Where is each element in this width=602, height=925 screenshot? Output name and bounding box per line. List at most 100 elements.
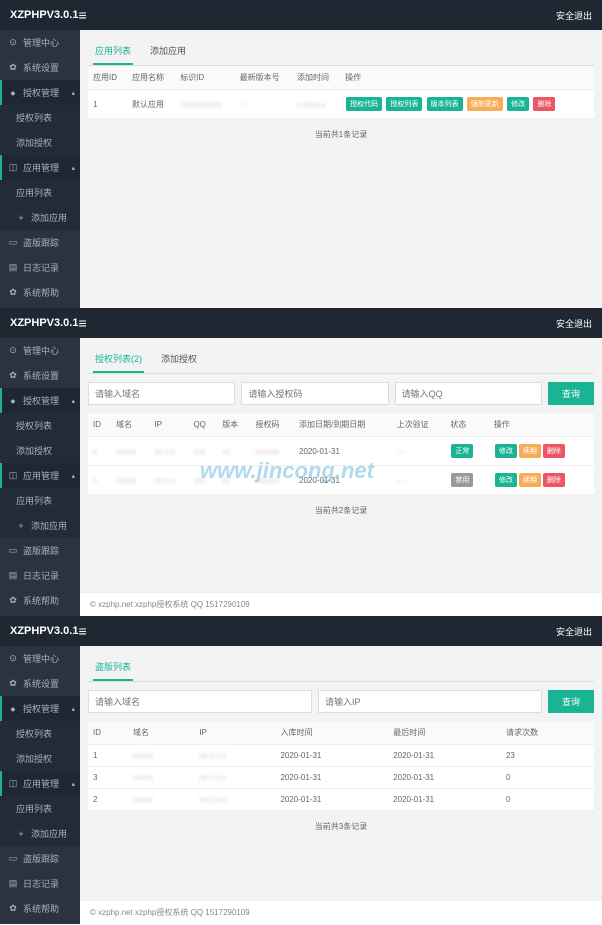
sidebar-item-piracy[interactable]: ▭盗版跟踪 <box>0 538 80 563</box>
eye-icon: ▭ <box>8 237 18 248</box>
th: 添加日期/到期日期 <box>294 413 392 437</box>
sidebar-item-add-app[interactable]: +添加应用 <box>0 821 80 846</box>
chevron-up-icon: ▴ <box>71 472 75 480</box>
sidebar-item-piracy[interactable]: ▭盗版跟踪 <box>0 230 80 255</box>
sidebar-item-auth-list[interactable]: 授权列表 <box>0 105 80 130</box>
sidebar-item-admin[interactable]: ⊙管理中心 <box>0 646 80 671</box>
sidebar-label: 应用管理 <box>23 469 59 482</box>
menu-toggle-icon[interactable]: ≡ <box>78 623 86 639</box>
sidebar-item-auth[interactable]: ●授权管理▴ <box>0 80 80 105</box>
grid-icon: ◫ <box>8 778 18 789</box>
plus-icon: + <box>16 213 26 223</box>
sidebar-item-logs[interactable]: ▤日志记录 <box>0 255 80 280</box>
sidebar: ⊙管理中心 ✿系统设置 ●授权管理▴ 授权列表 添加授权 ◫应用管理▴ 应用列表… <box>0 646 80 924</box>
sidebar-item-logs[interactable]: ▤日志记录 <box>0 871 80 896</box>
tab-auth-list[interactable]: 授权列表(2) <box>93 346 144 373</box>
th: 授权码 <box>250 413 294 437</box>
cell: xx.x.x <box>149 437 188 466</box>
cell: xxxxxx <box>250 466 294 495</box>
sidebar-item-admin[interactable]: ⊙管理中心 <box>0 30 80 55</box>
search-ip[interactable] <box>318 690 542 713</box>
search-domain[interactable] <box>88 382 235 405</box>
sidebar-item-app-list[interactable]: 应用列表 <box>0 796 80 821</box>
search-qq[interactable] <box>395 382 542 405</box>
sidebar-item-help[interactable]: ✿系统帮助 <box>0 280 80 305</box>
action-delete[interactable]: 删除 <box>543 473 565 487</box>
action-delete[interactable]: 删除 <box>533 97 555 111</box>
record-summary: 当前共3条记录 <box>88 811 594 842</box>
chevron-up-icon: ▴ <box>71 164 75 172</box>
action-renew[interactable]: 续期 <box>519 473 541 487</box>
action-version-list[interactable]: 版本列表 <box>427 97 463 111</box>
logout-link[interactable]: 安全退出 <box>556 317 592 330</box>
action-edit[interactable]: 修改 <box>495 444 517 458</box>
sidebar-item-help[interactable]: ✿系统帮助 <box>0 896 80 921</box>
action-force-update[interactable]: 强制更新 <box>467 97 503 111</box>
gear-icon: ✿ <box>8 287 18 298</box>
th-name: 应用名称 <box>127 66 175 90</box>
cell-date: 2020-01-31 <box>294 466 392 495</box>
sidebar-label: 添加应用 <box>31 519 67 532</box>
th: 最后时间 <box>388 721 501 745</box>
sidebar-item-add-auth[interactable]: 添加授权 <box>0 130 80 155</box>
cell: 2020-01-31 <box>275 767 388 789</box>
sidebar-item-settings[interactable]: ✿系统设置 <box>0 363 80 388</box>
sidebar-label: 授权列表 <box>16 419 52 432</box>
grid-icon: ◫ <box>8 470 18 481</box>
sidebar-item-add-auth[interactable]: 添加授权 <box>0 746 80 771</box>
sidebar-item-add-app[interactable]: +添加应用 <box>0 205 80 230</box>
cell-status: 禁用 <box>445 466 489 495</box>
sidebar-item-auth-list[interactable]: 授权列表 <box>0 721 80 746</box>
tab-add-app[interactable]: 添加应用 <box>148 38 188 65</box>
sidebar-item-auth[interactable]: ●授权管理▴ <box>0 696 80 721</box>
search-domain[interactable] <box>88 690 312 713</box>
logout-link[interactable]: 安全退出 <box>556 625 592 638</box>
sidebar-label: 授权管理 <box>23 86 59 99</box>
cell-ident: Cxxxxxxxxx <box>175 90 234 119</box>
sidebar-label: 授权列表 <box>16 111 52 124</box>
search-button[interactable]: 查询 <box>548 382 594 405</box>
sidebar-item-piracy[interactable]: ▭盗版跟踪 <box>0 846 80 871</box>
action-edit[interactable]: 修改 <box>495 473 517 487</box>
sidebar-item-help[interactable]: ✿系统帮助 <box>0 588 80 613</box>
status-badge: 禁用 <box>451 473 473 487</box>
sidebar-item-add-auth[interactable]: 添加授权 <box>0 438 80 463</box>
tab-app-list[interactable]: 应用列表 <box>93 38 133 65</box>
sidebar-item-app-list[interactable]: 应用列表 <box>0 488 80 513</box>
action-edit[interactable]: 修改 <box>507 97 529 111</box>
sidebar-item-auth[interactable]: ●授权管理▴ <box>0 388 80 413</box>
th: IP <box>194 721 275 745</box>
tab-piracy-list[interactable]: 盗版列表 <box>93 654 133 681</box>
sidebar-label: 应用管理 <box>23 777 59 790</box>
tab-add-auth[interactable]: 添加授权 <box>159 346 199 373</box>
sidebar-item-exit[interactable]: ↪安全退出 <box>0 921 80 924</box>
sidebar-item-settings[interactable]: ✿系统设置 <box>0 55 80 80</box>
th: 上次验证 <box>392 413 446 437</box>
sidebar-item-settings[interactable]: ✿系统设置 <box>0 671 80 696</box>
search-authcode[interactable] <box>241 382 388 405</box>
dot-icon: ● <box>8 88 18 98</box>
header: XZPHPV3.0.1 ≡ 安全退出 <box>0 308 602 338</box>
cell: 2020-01-31 <box>388 767 501 789</box>
logout-link[interactable]: 安全退出 <box>556 9 592 22</box>
menu-toggle-icon[interactable]: ≡ <box>78 315 86 331</box>
sidebar-item-app[interactable]: ◫ 应用管理 ▴ <box>0 463 80 488</box>
record-summary: 当前共2条记录 <box>88 495 594 526</box>
search-button[interactable]: 查询 <box>548 690 594 713</box>
sidebar-item-admin[interactable]: ⊙管理中心 <box>0 338 80 363</box>
sidebar-item-add-app[interactable]: +添加应用 <box>0 513 80 538</box>
sidebar-item-logs[interactable]: ▤日志记录 <box>0 563 80 588</box>
action-delete[interactable]: 删除 <box>543 444 565 458</box>
sidebar: ⊙管理中心 ✿系统设置 ●授权管理▴ 授权列表 添加授权 ◫ 应用管理 ▴ 应用列表… <box>0 338 80 616</box>
action-renew[interactable]: 续期 <box>519 444 541 458</box>
sidebar-item-app[interactable]: ◫应用管理▴ <box>0 155 80 180</box>
sidebar-label: 日志记录 <box>23 569 59 582</box>
sidebar-label: 盗版跟踪 <box>23 852 59 865</box>
action-auth-code[interactable]: 授权代码 <box>346 97 382 111</box>
sidebar-item-app-list[interactable]: 应用列表 <box>0 180 80 205</box>
gear-icon: ✿ <box>8 595 18 606</box>
sidebar-item-app[interactable]: ◫应用管理▴ <box>0 771 80 796</box>
menu-toggle-icon[interactable]: ≡ <box>78 7 86 23</box>
sidebar-item-auth-list[interactable]: 授权列表 <box>0 413 80 438</box>
action-auth-list[interactable]: 授权列表 <box>386 97 422 111</box>
